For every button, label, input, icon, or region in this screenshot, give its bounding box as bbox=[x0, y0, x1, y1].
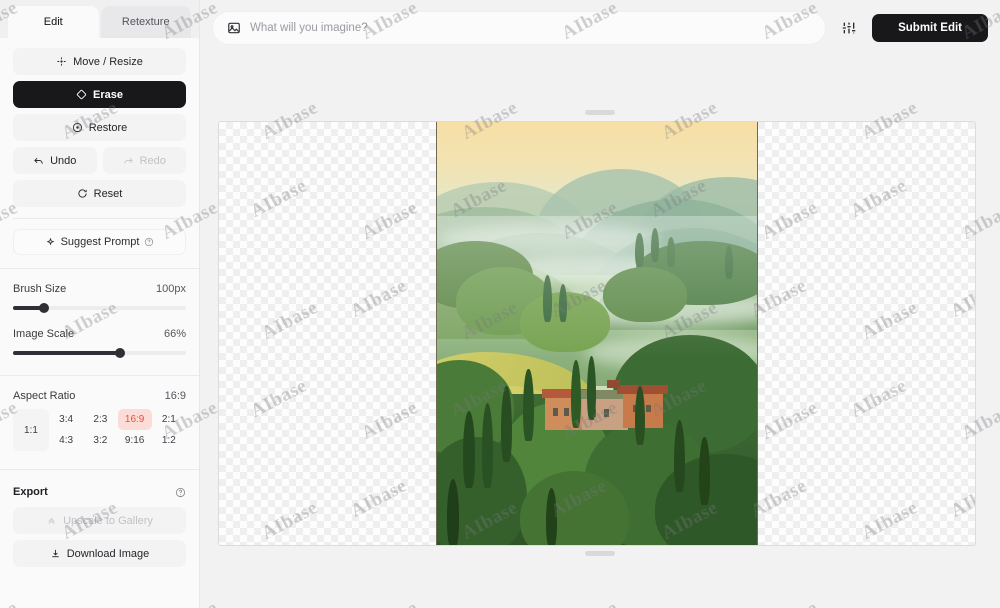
aspect-option-1-2[interactable]: 1:2 bbox=[152, 430, 186, 451]
tab-edit-label: Edit bbox=[43, 16, 63, 28]
move-icon bbox=[57, 57, 66, 66]
tool-restore[interactable]: Restore bbox=[13, 114, 186, 141]
watermark-text: AIbase bbox=[847, 375, 911, 422]
watermark-text: AIbase bbox=[347, 122, 410, 123]
tool-move-resize[interactable]: Move / Resize bbox=[13, 48, 186, 75]
sparkle-icon bbox=[46, 237, 55, 246]
redo-button[interactable]: Redo bbox=[102, 147, 186, 174]
reset-icon bbox=[78, 189, 87, 198]
canvas-frame[interactable]: AIbase AIbase AIbase AIbase AIbase AIbase AIba… bbox=[218, 121, 976, 546]
aspect-ratio-label: Aspect Ratio bbox=[13, 390, 76, 402]
aspect-option-1-1-label: 1:1 bbox=[24, 424, 38, 436]
aspect-ratio-control: Aspect Ratio 16:9 1:1 3:4 2:3 16:9 2:1 4:3 3:… bbox=[0, 376, 199, 451]
aspect-option-1-1[interactable]: 1:1 bbox=[13, 409, 49, 451]
export-label: Export bbox=[13, 486, 48, 498]
watermark-text: AIbase bbox=[847, 175, 911, 222]
image-scale-label: Image Scale bbox=[13, 328, 75, 340]
image-scale-slider[interactable] bbox=[13, 347, 186, 359]
export-section: Export Upscale to Gallery Download Image bbox=[0, 470, 199, 573]
prompt-bar[interactable]: What will you imagine? bbox=[212, 11, 827, 45]
watermark-text: AIbase bbox=[347, 475, 411, 522]
brush-size-value: 100px bbox=[156, 283, 186, 295]
tool-move-resize-label: Move / Resize bbox=[73, 55, 143, 68]
aspect-ratio-options: 1:1 3:4 2:3 16:9 2:1 4:3 3:2 9:16 1:2 bbox=[13, 409, 186, 451]
aspect-option-2-3[interactable]: 2:3 bbox=[83, 409, 117, 430]
topbar: What will you imagine? Submit Edit bbox=[200, 0, 1000, 56]
sidebar-tabs: Edit Retexture bbox=[0, 0, 199, 38]
image-scale-value: 66% bbox=[163, 328, 186, 340]
submit-edit-button[interactable]: Submit Edit bbox=[872, 14, 988, 42]
undo-arrow-icon bbox=[34, 157, 43, 164]
upscale-to-gallery-button[interactable]: Upscale to Gallery bbox=[13, 507, 186, 534]
tab-retexture-label: Retexture bbox=[121, 16, 170, 28]
resize-handle-bottom[interactable] bbox=[585, 551, 615, 556]
help-circle-icon[interactable] bbox=[175, 487, 186, 498]
brush-size-slider[interactable] bbox=[13, 302, 186, 314]
download-image-button[interactable]: Download Image bbox=[13, 540, 186, 567]
suggest-prompt-button[interactable]: Suggest Prompt bbox=[13, 229, 186, 255]
aspect-option-3-4[interactable]: 3:4 bbox=[49, 409, 83, 430]
watermark-text: AIbase bbox=[947, 475, 975, 522]
canvas-stage[interactable]: AIbase AIbase AIbase AIbase AIbase AIbase AIba… bbox=[200, 56, 1000, 608]
sidebar: Edit Retexture Move / Resize Erase Resto… bbox=[0, 0, 200, 608]
resize-handle-top[interactable] bbox=[585, 110, 615, 115]
redo-arrow-icon bbox=[123, 157, 133, 164]
tool-erase-label: Erase bbox=[93, 88, 123, 101]
canvas-image[interactable] bbox=[436, 122, 758, 545]
image-editor-app: Edit Retexture Move / Resize Erase Resto… bbox=[0, 0, 1000, 608]
watermark-text: AIbase bbox=[247, 375, 311, 422]
redo-label: Redo bbox=[139, 154, 166, 167]
watermark-text: AIbase bbox=[947, 122, 975, 123]
download-label: Download Image bbox=[66, 547, 150, 560]
submit-edit-label: Submit Edit bbox=[898, 22, 962, 34]
upscale-label: Upscale to Gallery bbox=[63, 514, 153, 527]
reset-label: Reset bbox=[93, 187, 123, 200]
watermark-text: AIbase bbox=[947, 275, 975, 322]
tab-edit[interactable]: Edit bbox=[8, 6, 99, 38]
suggest-prompt-label: Suggest Prompt bbox=[60, 236, 140, 248]
settings-button[interactable] bbox=[836, 15, 862, 41]
watermark-text: AIbase bbox=[247, 175, 311, 222]
landscape-illustration bbox=[437, 122, 757, 545]
undo-button[interactable]: Undo bbox=[13, 147, 97, 174]
download-icon bbox=[52, 549, 59, 558]
brush-size-knob[interactable] bbox=[39, 303, 50, 313]
aspect-option-2-1[interactable]: 2:1 bbox=[152, 409, 186, 430]
image-icon bbox=[228, 22, 240, 34]
eraser-icon bbox=[76, 89, 87, 100]
undo-label: Undo bbox=[50, 154, 77, 167]
aspect-ratio-value: 16:9 bbox=[164, 390, 186, 402]
restore-icon bbox=[72, 122, 82, 133]
brush-size-control: Brush Size 100px bbox=[0, 269, 199, 314]
watermark-text: AIbase bbox=[347, 275, 411, 322]
aspect-option-3-2[interactable]: 3:2 bbox=[83, 430, 117, 451]
image-scale-control: Image Scale 66% bbox=[0, 314, 199, 359]
aspect-option-9-16[interactable]: 9:16 bbox=[118, 430, 152, 451]
help-circle-icon[interactable] bbox=[144, 237, 154, 247]
tool-panel: Move / Resize Erase Restore Undo Redo Re… bbox=[0, 38, 199, 255]
chevrons-up-icon bbox=[48, 518, 55, 525]
aspect-option-4-3[interactable]: 4:3 bbox=[49, 430, 83, 451]
image-scale-knob[interactable] bbox=[115, 348, 126, 358]
aspect-ratio-grid: 3:4 2:3 16:9 2:1 4:3 3:2 9:16 1:2 bbox=[49, 409, 186, 451]
brush-size-label: Brush Size bbox=[13, 283, 67, 295]
tool-erase[interactable]: Erase bbox=[13, 81, 186, 108]
tab-retexture[interactable]: Retexture bbox=[100, 6, 191, 38]
tool-restore-label: Restore bbox=[88, 121, 128, 134]
image-scale-fill bbox=[13, 351, 121, 355]
history-row: Undo Redo bbox=[13, 147, 186, 174]
sliders-icon bbox=[842, 22, 856, 34]
prompt-placeholder: What will you imagine? bbox=[250, 22, 368, 34]
aspect-option-16-9[interactable]: 16:9 bbox=[117, 409, 152, 430]
reset-button[interactable]: Reset bbox=[13, 180, 186, 207]
